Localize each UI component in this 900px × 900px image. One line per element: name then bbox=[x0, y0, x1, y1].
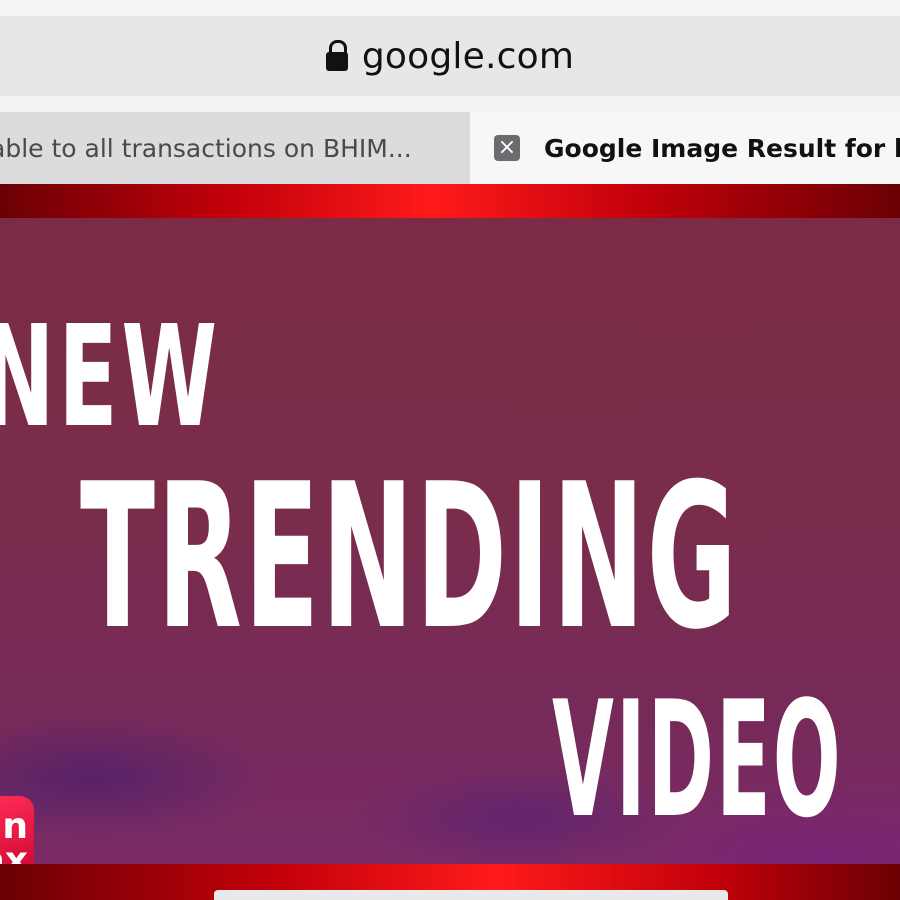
close-icon[interactable]: × bbox=[494, 135, 520, 161]
page-content: NEW TRENDING VIDEO n ax bbox=[0, 184, 900, 900]
red-banner-top bbox=[0, 184, 900, 218]
headline-new: NEW bbox=[0, 296, 221, 459]
headline-video: VIDEO bbox=[552, 666, 843, 853]
app-logo-text-top: n bbox=[2, 805, 28, 847]
tab-bar: able to all transactions on BHIM... × Go… bbox=[0, 96, 900, 184]
image-result[interactable]: NEW TRENDING VIDEO n ax bbox=[0, 184, 900, 900]
lock-icon bbox=[325, 40, 348, 72]
tab-title: able to all transactions on BHIM... bbox=[0, 133, 412, 163]
tab-title: Google Image Result for htt bbox=[544, 133, 900, 163]
headline-trending: TRENDING bbox=[80, 441, 740, 674]
tab-google-image-result[interactable]: × Google Image Result for htt bbox=[470, 112, 900, 184]
thumbnail-panel: NEW TRENDING VIDEO n ax bbox=[0, 218, 900, 892]
bottom-toolbar-edge bbox=[214, 890, 728, 900]
top-status-strip bbox=[0, 0, 900, 16]
tab-bhim[interactable]: able to all transactions on BHIM... bbox=[0, 112, 470, 184]
url-text[interactable]: google.com bbox=[362, 36, 574, 77]
address-bar[interactable]: google.com bbox=[0, 16, 900, 96]
